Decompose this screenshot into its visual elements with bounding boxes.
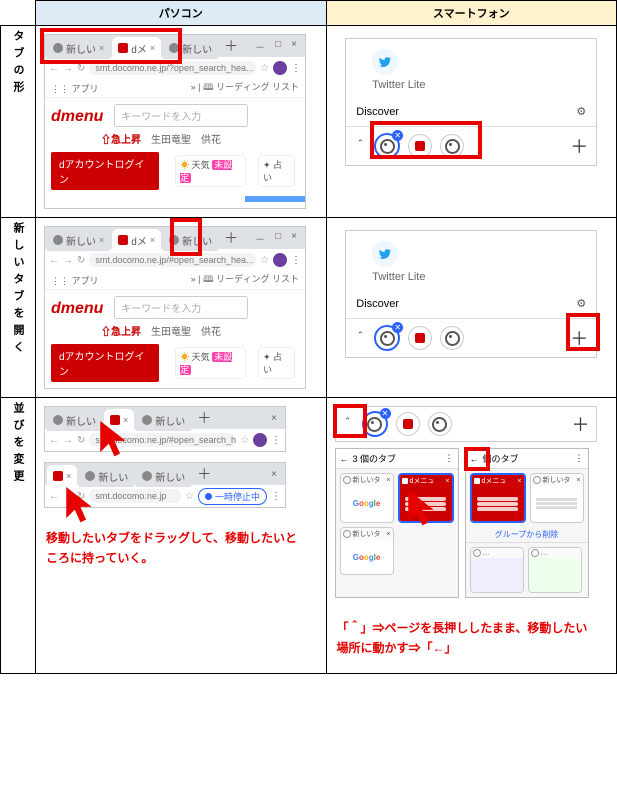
tab-active[interactable]: dメ× — [112, 229, 161, 251]
new-tab-plus[interactable]: ＋ — [218, 37, 244, 55]
new-tab-plus[interactable]: ＋ — [218, 229, 244, 247]
phone-tabgrid-1: ←3 個のタブ⋮ 新しいタ×Google dメニュ× 新しいタ×Google — [335, 448, 459, 598]
star-icon[interactable]: ☆ — [240, 435, 249, 446]
tab[interactable]: 新しい — [136, 409, 191, 431]
window-close-icon[interactable]: × — [291, 39, 297, 54]
window-max-icon[interactable]: □ — [275, 231, 281, 246]
row-label-shape: タブの形 — [10, 30, 26, 98]
menu-icon[interactable]: ⋮ — [291, 255, 301, 266]
fortune-widget[interactable]: ✦ 占い — [258, 155, 295, 187]
drag-arrow-icon — [96, 418, 130, 461]
search-input[interactable]: キーワードを入力 — [114, 104, 248, 127]
weather-widget[interactable]: ☀ 天気 未設定 — [175, 347, 246, 379]
tab-ring[interactable] — [428, 412, 452, 436]
row-label-newtab: 新しいタブを開く — [10, 222, 26, 358]
nav-back-icon[interactable]: ← — [49, 255, 59, 266]
chevron-up-icon[interactable]: ＾ — [354, 330, 366, 347]
tab-card[interactable]: 新しいタ×Google — [340, 473, 394, 523]
gear-icon[interactable]: ⚙ — [576, 297, 586, 310]
menu-icon[interactable]: ⋮ — [291, 63, 301, 74]
window-min-icon[interactable]: － — [255, 39, 265, 54]
window-min-icon[interactable]: － — [255, 231, 265, 246]
new-tab-plus[interactable]: ＋ — [191, 409, 217, 427]
gear-icon[interactable]: ⚙ — [576, 105, 586, 118]
dmenu-logo: dmenu — [51, 108, 103, 126]
avatar[interactable] — [273, 61, 287, 75]
drag-arrow-icon — [404, 487, 438, 529]
nav-fwd-icon[interactable]: → — [63, 435, 73, 446]
phone-app-title: Twitter Lite — [354, 79, 588, 91]
nav-back-icon[interactable]: ← — [49, 491, 59, 502]
window-close-icon[interactable]: × — [271, 469, 277, 480]
new-tab-plus[interactable]: ＋ — [191, 465, 217, 483]
caption-pc-drag: 移動したいタブをドラッグして、移動したいところに持っていく。 — [44, 522, 304, 575]
tab-card[interactable]: … — [528, 547, 582, 593]
phone-tabgrid-2: ←個のタブ⋮ dメニュ× 新しいタ× グループから削除 … … — [465, 448, 589, 598]
daccount-login-button[interactable]: dアカウントログイン — [51, 344, 159, 382]
tab-ring[interactable] — [440, 326, 464, 350]
tab[interactable]: 新しい — [136, 465, 191, 487]
pc-browser-reorder-back: 新しい × 新しい ＋ × ← → ↻ smt.docomo.ne.jp/#op… — [44, 406, 286, 452]
fortune-widget[interactable]: ✦ 占い — [258, 347, 295, 379]
row-label-reorder: 並びを変更 — [10, 402, 26, 487]
phone-new-tab-plus[interactable]: ＋ — [572, 411, 590, 437]
dmenu-logo: dmenu — [51, 300, 103, 318]
tab-ring[interactable] — [408, 326, 432, 350]
drag-arrow-icon — [62, 484, 96, 527]
tab-card-active[interactable]: dメニュ× — [470, 473, 526, 523]
url-field[interactable]: smt.docomo.ne.jp — [89, 489, 181, 503]
avatar[interactable] — [253, 433, 267, 447]
daccount-login-button[interactable]: dアカウントログイン — [51, 152, 159, 190]
twitter-icon — [372, 241, 398, 267]
window-max-icon[interactable]: □ — [275, 39, 281, 54]
header-sp: スマートフォン — [326, 1, 617, 26]
avatar[interactable] — [273, 253, 287, 267]
group-remove-link[interactable]: グループから削除 — [466, 527, 588, 542]
tab-card[interactable]: 新しいタ× — [530, 473, 584, 523]
window-close-icon[interactable]: × — [271, 413, 277, 424]
phone-new-tab-plus[interactable]: ＋ — [570, 133, 588, 159]
menu-icon[interactable]: ⋮ — [271, 435, 281, 446]
nav-fwd-icon[interactable]: → — [63, 63, 73, 74]
nav-back-icon[interactable]: ← — [49, 63, 59, 74]
tab[interactable]: 新しい× — [47, 229, 110, 251]
tab-ring-active[interactable] — [374, 325, 400, 351]
back-icon[interactable]: ← — [340, 454, 349, 464]
twitter-icon — [372, 49, 398, 75]
window-close-icon[interactable]: × — [291, 231, 297, 246]
nav-reload-icon[interactable]: ↻ — [77, 63, 85, 74]
nav-reload-icon[interactable]: ↻ — [77, 255, 85, 266]
discover-label: Discover — [356, 106, 399, 118]
nav-reload-icon[interactable]: ↻ — [77, 435, 85, 446]
header-pc: パソコン — [36, 1, 327, 26]
star-icon[interactable]: ☆ — [260, 255, 269, 266]
menu-icon[interactable]: ⋮ — [271, 491, 281, 502]
phone-tabstrip-newtab: Twitter Lite Discover ⚙ ＾ ＋ — [345, 230, 597, 358]
star-icon[interactable]: ☆ — [260, 63, 269, 74]
nav-back-icon[interactable]: ← — [49, 435, 59, 446]
nav-fwd-icon[interactable]: → — [63, 255, 73, 266]
weather-widget[interactable]: ☀ 天気 未設定 — [175, 155, 246, 187]
caption-sp-drag: 「＾」⇒ページを長押ししたまま、移動したい場所に動かす⇒「←」 — [335, 612, 597, 665]
discover-label: Discover — [356, 298, 399, 310]
phone-tabstrip-shape: Twitter Lite Discover ⚙ ＾ ＋ — [345, 38, 597, 166]
tab[interactable]: 新しい — [47, 409, 102, 431]
tab-card[interactable]: 新しいタ×Google — [340, 527, 394, 575]
star-icon[interactable]: ☆ — [185, 491, 194, 502]
search-input[interactable]: キーワードを入力 — [114, 296, 248, 319]
phone-app-title: Twitter Lite — [354, 271, 588, 283]
pause-badge[interactable]: 一時停止中 — [198, 488, 267, 505]
chevron-up-icon[interactable]: ＾ — [354, 138, 366, 155]
tab-card[interactable]: … — [470, 547, 524, 593]
tab-ring[interactable] — [396, 412, 420, 436]
